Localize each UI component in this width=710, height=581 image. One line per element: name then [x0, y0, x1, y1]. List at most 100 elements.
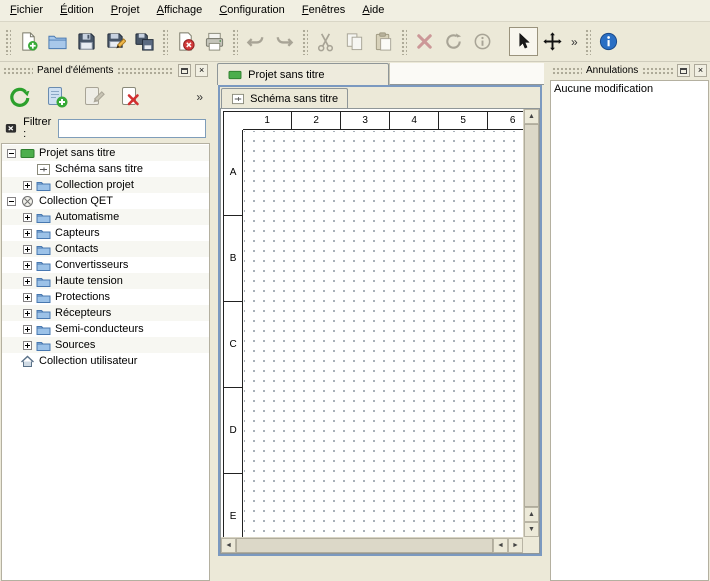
- tree-item-haute-tension[interactable]: Haute tension: [2, 273, 209, 289]
- scroll-up-button[interactable]: ▲: [524, 507, 539, 522]
- menu-affichage[interactable]: Affichage: [150, 0, 210, 19]
- qet-collection-icon: [20, 195, 35, 208]
- menu-fichier[interactable]: Fichier: [3, 0, 50, 19]
- vertical-scrollbar-thumb[interactable]: [524, 124, 539, 507]
- save-all-button[interactable]: [130, 27, 159, 56]
- close-file-button[interactable]: [171, 27, 200, 56]
- save-button[interactable]: [72, 27, 101, 56]
- new-element-button[interactable]: [41, 82, 73, 112]
- tree-item-convertisseurs[interactable]: Convertisseurs: [2, 257, 209, 273]
- expand-icon[interactable]: [23, 261, 32, 270]
- rotate-button[interactable]: [439, 27, 468, 56]
- reload-collections-button[interactable]: [4, 82, 36, 112]
- tree-item-semi-conducteurs[interactable]: Semi-conducteurs: [2, 321, 209, 337]
- edit-element-button[interactable]: [78, 82, 110, 112]
- tree-item-recepteurs[interactable]: Récepteurs: [2, 305, 209, 321]
- scroll-left-button[interactable]: ◄: [221, 538, 236, 553]
- collapse-icon[interactable]: [7, 149, 16, 158]
- tree-item-sources[interactable]: Sources: [2, 337, 209, 353]
- tree-item-label: Capteurs: [55, 227, 100, 239]
- toolbar-grip[interactable]: [302, 29, 308, 55]
- menu-aide[interactable]: Aide: [355, 0, 391, 19]
- tree-item-label: Collection utilisateur: [39, 355, 137, 367]
- tree-item-collection-utilisateur[interactable]: Collection utilisateur: [2, 353, 209, 369]
- pan-mode-button[interactable]: [538, 27, 567, 56]
- diagram-canvas[interactable]: 1 2 3 4 5 6 A B C D: [221, 109, 523, 537]
- folder-icon: [36, 275, 51, 288]
- expand-icon[interactable]: [23, 229, 32, 238]
- horizontal-scrollbar-thumb[interactable]: [236, 538, 493, 553]
- float-panel-button[interactable]: [178, 64, 191, 77]
- toolbar-grip[interactable]: [232, 29, 238, 55]
- toolbar-grip[interactable]: [162, 29, 168, 55]
- tab-schema-sans-titre[interactable]: Schéma sans titre: [221, 88, 348, 108]
- tree-item-protections[interactable]: Protections: [2, 289, 209, 305]
- filter-input[interactable]: [58, 119, 206, 138]
- dock-grip[interactable]: [3, 67, 33, 75]
- expand-icon[interactable]: [23, 245, 32, 254]
- collapse-icon[interactable]: [7, 197, 16, 206]
- scroll-left-button[interactable]: ◄: [493, 538, 508, 553]
- ruler-row: C: [224, 302, 243, 388]
- close-panel-button[interactable]: ×: [195, 64, 208, 77]
- scroll-up-button[interactable]: ▲: [524, 109, 539, 124]
- tree-item-capteurs[interactable]: Capteurs: [2, 225, 209, 241]
- expand-icon[interactable]: [23, 277, 32, 286]
- cut-button[interactable]: [311, 27, 340, 56]
- tree-item-collection-qet[interactable]: Collection QET: [2, 193, 209, 209]
- delete-button[interactable]: [410, 27, 439, 56]
- expand-icon[interactable]: [23, 325, 32, 334]
- save-as-button[interactable]: [101, 27, 130, 56]
- float-panel-button[interactable]: [677, 64, 690, 77]
- toolbar-grip[interactable]: [401, 29, 407, 55]
- vertical-scrollbar[interactable]: ▲ ▲ ▼: [523, 109, 539, 537]
- floppy-pencil-icon: [105, 31, 126, 52]
- main-area: Panel d'éléments × »: [0, 62, 710, 581]
- expand-icon[interactable]: [23, 181, 32, 190]
- paste-button[interactable]: [369, 27, 398, 56]
- menu-projet[interactable]: Projet: [104, 0, 147, 19]
- expand-icon[interactable]: [23, 341, 32, 350]
- home-icon: [20, 355, 35, 368]
- expand-icon[interactable]: [23, 213, 32, 222]
- undo-button[interactable]: [241, 27, 270, 56]
- panel-toolbar-overflow-button[interactable]: »: [192, 90, 207, 104]
- grid-dots: [244, 131, 523, 537]
- rotate-icon: [443, 31, 464, 52]
- toolbar-overflow-button[interactable]: »: [567, 35, 582, 49]
- mdi-area: Projet sans titre Schéma sans titre 1: [216, 62, 544, 581]
- toolbar-grip[interactable]: [585, 29, 591, 55]
- tab-projet-sans-titre[interactable]: Projet sans titre: [217, 63, 389, 85]
- diagram-view: 1 2 3 4 5 6 A B C D: [220, 108, 540, 554]
- horizontal-scrollbar[interactable]: ◄ ◄ ►: [221, 537, 523, 553]
- delete-element-button[interactable]: [115, 82, 147, 112]
- menu-edition[interactable]: Édition: [53, 0, 101, 19]
- close-panel-button[interactable]: ×: [694, 64, 707, 77]
- dock-grip[interactable]: [117, 67, 174, 75]
- expand-icon[interactable]: [23, 293, 32, 302]
- copy-button[interactable]: [340, 27, 369, 56]
- selection-mode-button[interactable]: [509, 27, 538, 56]
- tree-item-contacts[interactable]: Contacts: [2, 241, 209, 257]
- redo-button[interactable]: [270, 27, 299, 56]
- dock-grip[interactable]: [552, 67, 582, 75]
- tree-item-collection-projet[interactable]: Collection projet: [2, 177, 209, 193]
- scroll-right-button[interactable]: ►: [508, 538, 523, 553]
- scrollbar-corner: [523, 537, 539, 553]
- open-file-button[interactable]: [43, 27, 72, 56]
- expand-icon[interactable]: [23, 309, 32, 318]
- scroll-down-button[interactable]: ▼: [524, 522, 539, 537]
- tree-item-project[interactable]: Projet sans titre: [2, 145, 209, 161]
- element-info-button[interactable]: [468, 27, 497, 56]
- menu-configuration[interactable]: Configuration: [212, 0, 291, 19]
- print-button[interactable]: [200, 27, 229, 56]
- menu-fenetres[interactable]: Fenêtres: [295, 0, 352, 19]
- toolbar-grip[interactable]: [5, 29, 11, 55]
- about-button[interactable]: [594, 27, 623, 56]
- elements-tree[interactable]: Projet sans titre Schéma sans titre Coll…: [1, 143, 210, 581]
- tree-item-schema[interactable]: Schéma sans titre: [2, 161, 209, 177]
- tree-item-automatisme[interactable]: Automatisme: [2, 209, 209, 225]
- undo-history-list[interactable]: Aucune modification: [550, 80, 709, 581]
- dock-grip[interactable]: [642, 67, 673, 75]
- new-file-button[interactable]: [14, 27, 43, 56]
